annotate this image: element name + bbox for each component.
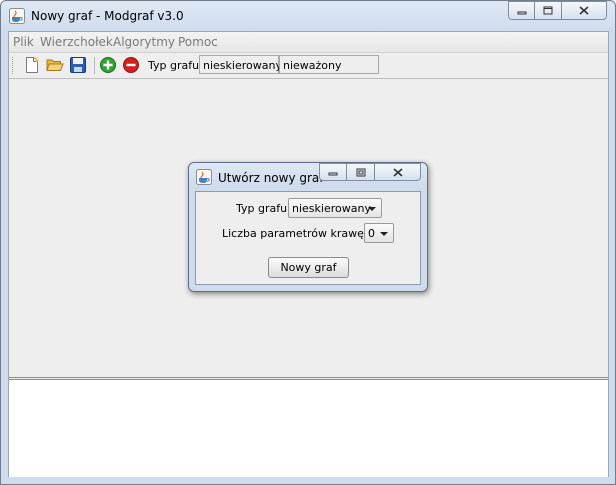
menu-pomoc[interactable]: Pomoc (178, 35, 218, 49)
graph-direction-field: nieskierowany (199, 55, 282, 74)
graph-type-value: nieskierowany (292, 202, 371, 215)
edge-params-label: Liczba parametrów krawędzi (222, 227, 380, 240)
new-file-icon[interactable] (23, 56, 41, 74)
chevron-down-icon (368, 207, 376, 211)
graph-weight-field: nieważony (279, 55, 379, 74)
maximize-icon (543, 6, 553, 15)
dialog-minimize-button[interactable] (319, 163, 347, 181)
dialog-caption-buttons (319, 163, 421, 181)
minimize-button[interactable] (508, 1, 535, 20)
minimize-icon (517, 11, 526, 14)
window-caption-buttons (508, 1, 607, 21)
dialog-title: Utwórz nowy graf (218, 171, 324, 185)
close-icon (392, 167, 403, 177)
toolbar-separator (94, 57, 95, 74)
menu-wierzcholek[interactable]: Wierzchołek (40, 35, 113, 49)
output-panel[interactable] (9, 379, 608, 477)
dialog-content: Typ grafu nieskierowany Liczba parametró… (195, 191, 421, 285)
toolbar: Typ grafu: nieskierowany nieważony (9, 53, 608, 79)
create-graph-button[interactable]: Nowy graf (268, 257, 349, 278)
java-coffee-icon (9, 8, 25, 24)
save-disk-icon[interactable] (69, 56, 87, 74)
new-graph-dialog: Utwórz nowy graf Typ grafu nieskierowany… (188, 162, 428, 292)
title-bar[interactable]: Nowy graf - Modgraf v3.0 (1, 1, 615, 31)
dialog-maximize-button[interactable] (347, 163, 375, 181)
graph-type-label: Typ grafu: (148, 59, 203, 72)
java-coffee-icon (196, 169, 212, 185)
open-folder-icon[interactable] (46, 56, 64, 74)
graph-type-select[interactable]: nieskierowany (288, 198, 382, 218)
toolbar-grip[interactable] (12, 57, 15, 74)
restore-icon (356, 168, 365, 176)
dialog-close-button[interactable] (375, 163, 421, 181)
close-button[interactable] (562, 1, 607, 20)
close-icon (579, 6, 589, 15)
minimize-icon (328, 172, 338, 176)
menu-plik[interactable]: Plik (13, 35, 34, 49)
menu-bar: Plik Wierzchołek Algorytmy Pomoc (9, 32, 608, 53)
chevron-down-icon (380, 232, 388, 236)
window-title: Nowy graf - Modgraf v3.0 (31, 9, 184, 23)
edge-params-value: 0 (368, 227, 375, 240)
maximize-button[interactable] (535, 1, 562, 20)
menu-algorytmy[interactable]: Algorytmy (113, 35, 175, 49)
add-green-icon[interactable] (99, 56, 117, 74)
graph-type-label: Typ grafu (236, 202, 288, 215)
edge-params-select[interactable]: 0 (364, 223, 394, 243)
remove-red-icon[interactable] (122, 56, 140, 74)
